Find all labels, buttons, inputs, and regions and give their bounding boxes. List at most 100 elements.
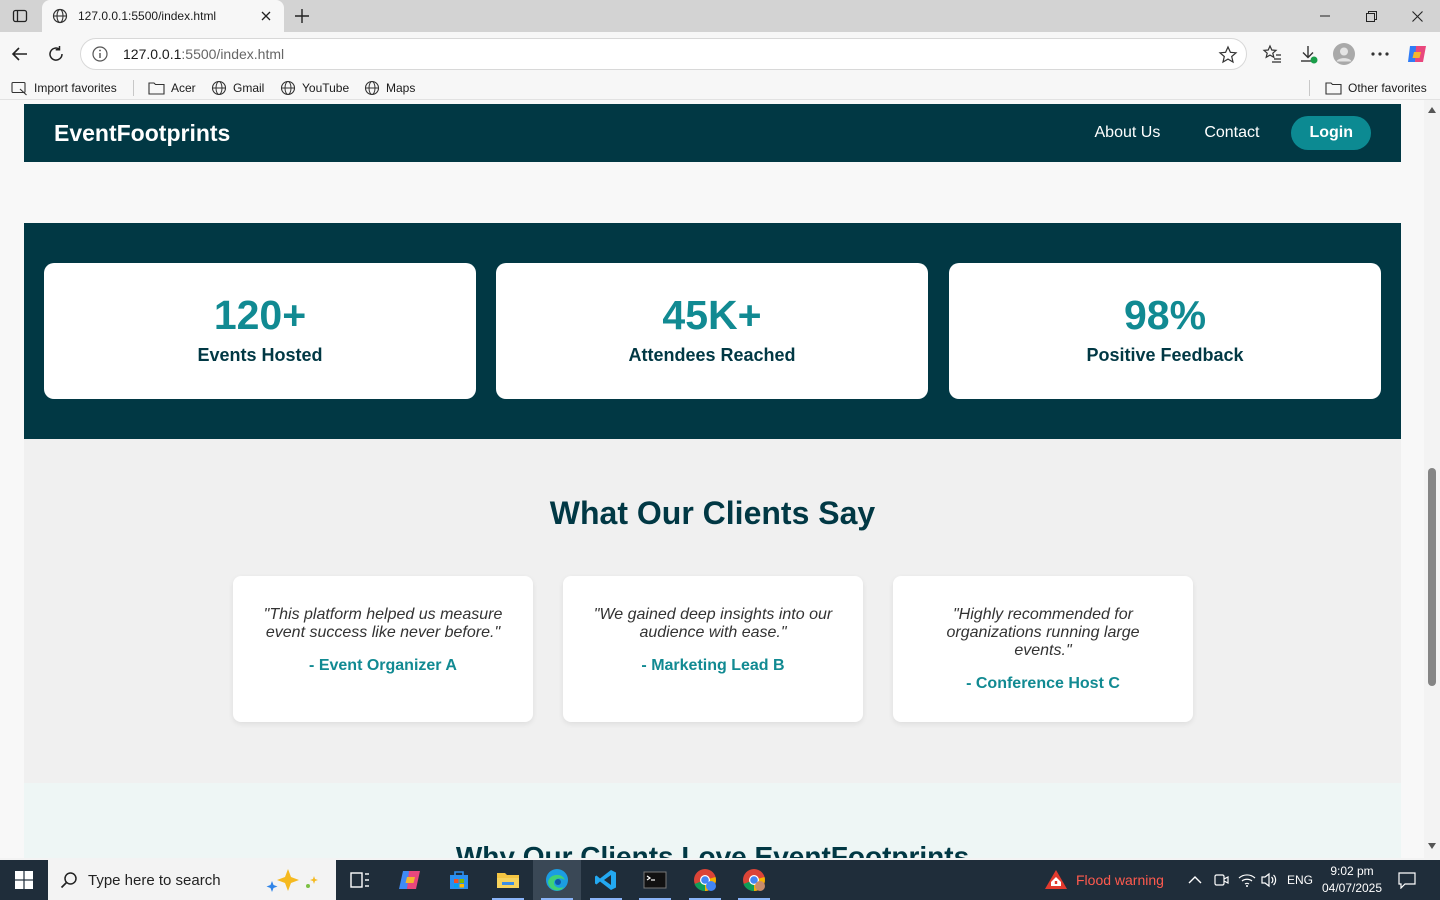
folder-icon (148, 82, 165, 95)
notifications-icon[interactable] (1397, 860, 1417, 900)
testimonial-author: - Conference Host C (966, 675, 1120, 692)
globe-icon (364, 80, 380, 96)
copilot-icon[interactable] (1405, 42, 1429, 66)
favorites-divider (1309, 80, 1310, 96)
terminal-icon[interactable] (631, 860, 679, 900)
stats-section: 120+ Events Hosted 45K+ Attendees Reache… (24, 223, 1401, 439)
favorite-folder-acer[interactable]: Acer (148, 79, 196, 97)
stat-label: Events Hosted (197, 345, 323, 365)
favorites-divider (133, 80, 134, 96)
globe-icon (52, 8, 68, 24)
globe-icon (280, 80, 296, 96)
nav-about-link[interactable]: About Us (1095, 124, 1161, 142)
nav-contact-link[interactable]: Contact (1204, 124, 1259, 142)
url-host: 127.0.0.1 (123, 46, 182, 62)
stat-label: Positive Feedback (1086, 345, 1244, 365)
task-view-icon[interactable] (336, 860, 384, 900)
url-path: :5500/index.html (181, 46, 285, 62)
weather-text: Flood warning (1076, 872, 1164, 888)
testimonial-quote: "This platform helped us measure event s… (263, 606, 503, 641)
other-favorites[interactable]: Other favorites (1325, 79, 1427, 97)
favorite-label: Import favorites (34, 81, 117, 95)
favorite-label: Maps (386, 81, 416, 95)
scroll-down-arrow-icon[interactable] (1427, 842, 1437, 850)
address-bar[interactable]: 127.0.0.1:5500/index.html (80, 38, 1247, 70)
login-button[interactable]: Login (1291, 116, 1371, 150)
restore-icon[interactable] (1348, 0, 1394, 32)
testimonial-card: "We gained deep insights into our audien… (563, 576, 863, 722)
stat-card: 98% Positive Feedback (949, 263, 1381, 399)
tab-actions-icon[interactable] (8, 5, 32, 27)
taskbar-search[interactable]: Type here to search (48, 860, 336, 900)
edge-browser-icon[interactable] (533, 860, 581, 900)
testimonials-title: What Our Clients Say (549, 495, 876, 531)
volume-icon[interactable] (1260, 860, 1278, 900)
close-window-icon[interactable] (1394, 0, 1440, 32)
page-viewport: EventFootprints About Us Contact Login 1… (0, 100, 1440, 858)
site-navbar: EventFootprints About Us Contact Login (24, 104, 1401, 162)
site-brand[interactable]: EventFootprints (54, 120, 230, 147)
tab-title: 127.0.0.1:5500/index.html (78, 9, 217, 23)
favorite-label: YouTube (302, 81, 350, 95)
favorite-label: Acer (171, 81, 196, 95)
browser-tab-bar: 127.0.0.1:5500/index.html (0, 0, 1440, 32)
url-text: 127.0.0.1:5500/index.html (123, 46, 284, 62)
folder-icon (1325, 82, 1342, 95)
taskbar-clock[interactable]: 9:02 pm 04/07/2025 (1318, 863, 1386, 897)
favorite-import[interactable]: Import favorites (11, 79, 117, 97)
favorite-star-icon[interactable] (1218, 45, 1238, 65)
clock-time: 9:02 pm (1330, 864, 1374, 878)
testimonial-card: "This platform helped us measure event s… (233, 576, 533, 722)
web-page: EventFootprints About Us Contact Login 1… (0, 100, 1424, 858)
testimonials-section: What Our Clients Say "This platform help… (24, 439, 1401, 783)
more-options-icon[interactable] (1368, 42, 1392, 66)
sparkle-icon (266, 869, 318, 892)
scroll-thumb[interactable] (1428, 468, 1436, 686)
microsoft-store-icon[interactable] (435, 860, 483, 900)
copilot-app-icon[interactable] (386, 860, 434, 900)
chrome-profile-icon[interactable] (730, 860, 778, 900)
nav-links: About Us Contact Login (1051, 116, 1371, 150)
browser-tab[interactable]: 127.0.0.1:5500/index.html (42, 0, 284, 32)
back-icon[interactable] (6, 40, 34, 68)
scroll-up-arrow-icon[interactable] (1427, 106, 1437, 114)
refresh-icon[interactable] (42, 40, 70, 68)
close-tab-icon[interactable] (258, 8, 274, 24)
minimize-icon[interactable] (1302, 0, 1348, 32)
downloads-icon[interactable] (1296, 42, 1320, 66)
windows-start-icon[interactable] (0, 860, 48, 900)
profile-avatar-icon[interactable] (1332, 42, 1356, 66)
flood-warning-icon (1045, 870, 1067, 889)
search-icon (60, 872, 77, 889)
stat-value: 120+ (213, 292, 307, 338)
wifi-icon[interactable] (1238, 860, 1256, 900)
show-hidden-icons[interactable] (1188, 860, 1202, 900)
favorites-icon[interactable] (1260, 42, 1284, 66)
stat-value: 98% (1123, 292, 1207, 338)
meet-now-icon[interactable] (1213, 860, 1229, 900)
testimonial-author: - Marketing Lead B (641, 657, 785, 674)
page-scrollbar[interactable] (1424, 100, 1440, 858)
chrome-icon[interactable] (681, 860, 729, 900)
stat-card: 45K+ Attendees Reached (496, 263, 928, 399)
favorite-maps[interactable]: Maps (364, 79, 415, 97)
language-indicator[interactable]: ENG (1287, 860, 1313, 900)
clock-date: 04/07/2025 (1321, 881, 1383, 895)
favorite-youtube[interactable]: YouTube (280, 79, 349, 97)
other-favorites-label: Other favorites (1348, 81, 1427, 95)
testimonial-card: "Highly recommended for organizations ru… (893, 576, 1193, 722)
vscode-icon[interactable] (582, 860, 630, 900)
site-info-icon[interactable] (91, 45, 109, 63)
file-explorer-icon[interactable] (484, 860, 532, 900)
import-icon (11, 81, 27, 95)
globe-icon (211, 80, 227, 96)
taskbar-search-placeholder: Type here to search (88, 871, 221, 889)
favorite-label: Gmail (233, 81, 265, 95)
weather-widget[interactable]: Flood warning (1044, 860, 1164, 900)
windows-taskbar: Type here to search Flood warning ENG 9:… (0, 860, 1440, 900)
browser-toolbar: 127.0.0.1:5500/index.html (0, 32, 1440, 76)
testimonial-quote: "Highly recommended for organizations ru… (946, 606, 1140, 659)
new-tab-icon[interactable] (290, 5, 314, 27)
stat-label: Attendees Reached (628, 345, 796, 365)
favorite-gmail[interactable]: Gmail (211, 79, 264, 97)
